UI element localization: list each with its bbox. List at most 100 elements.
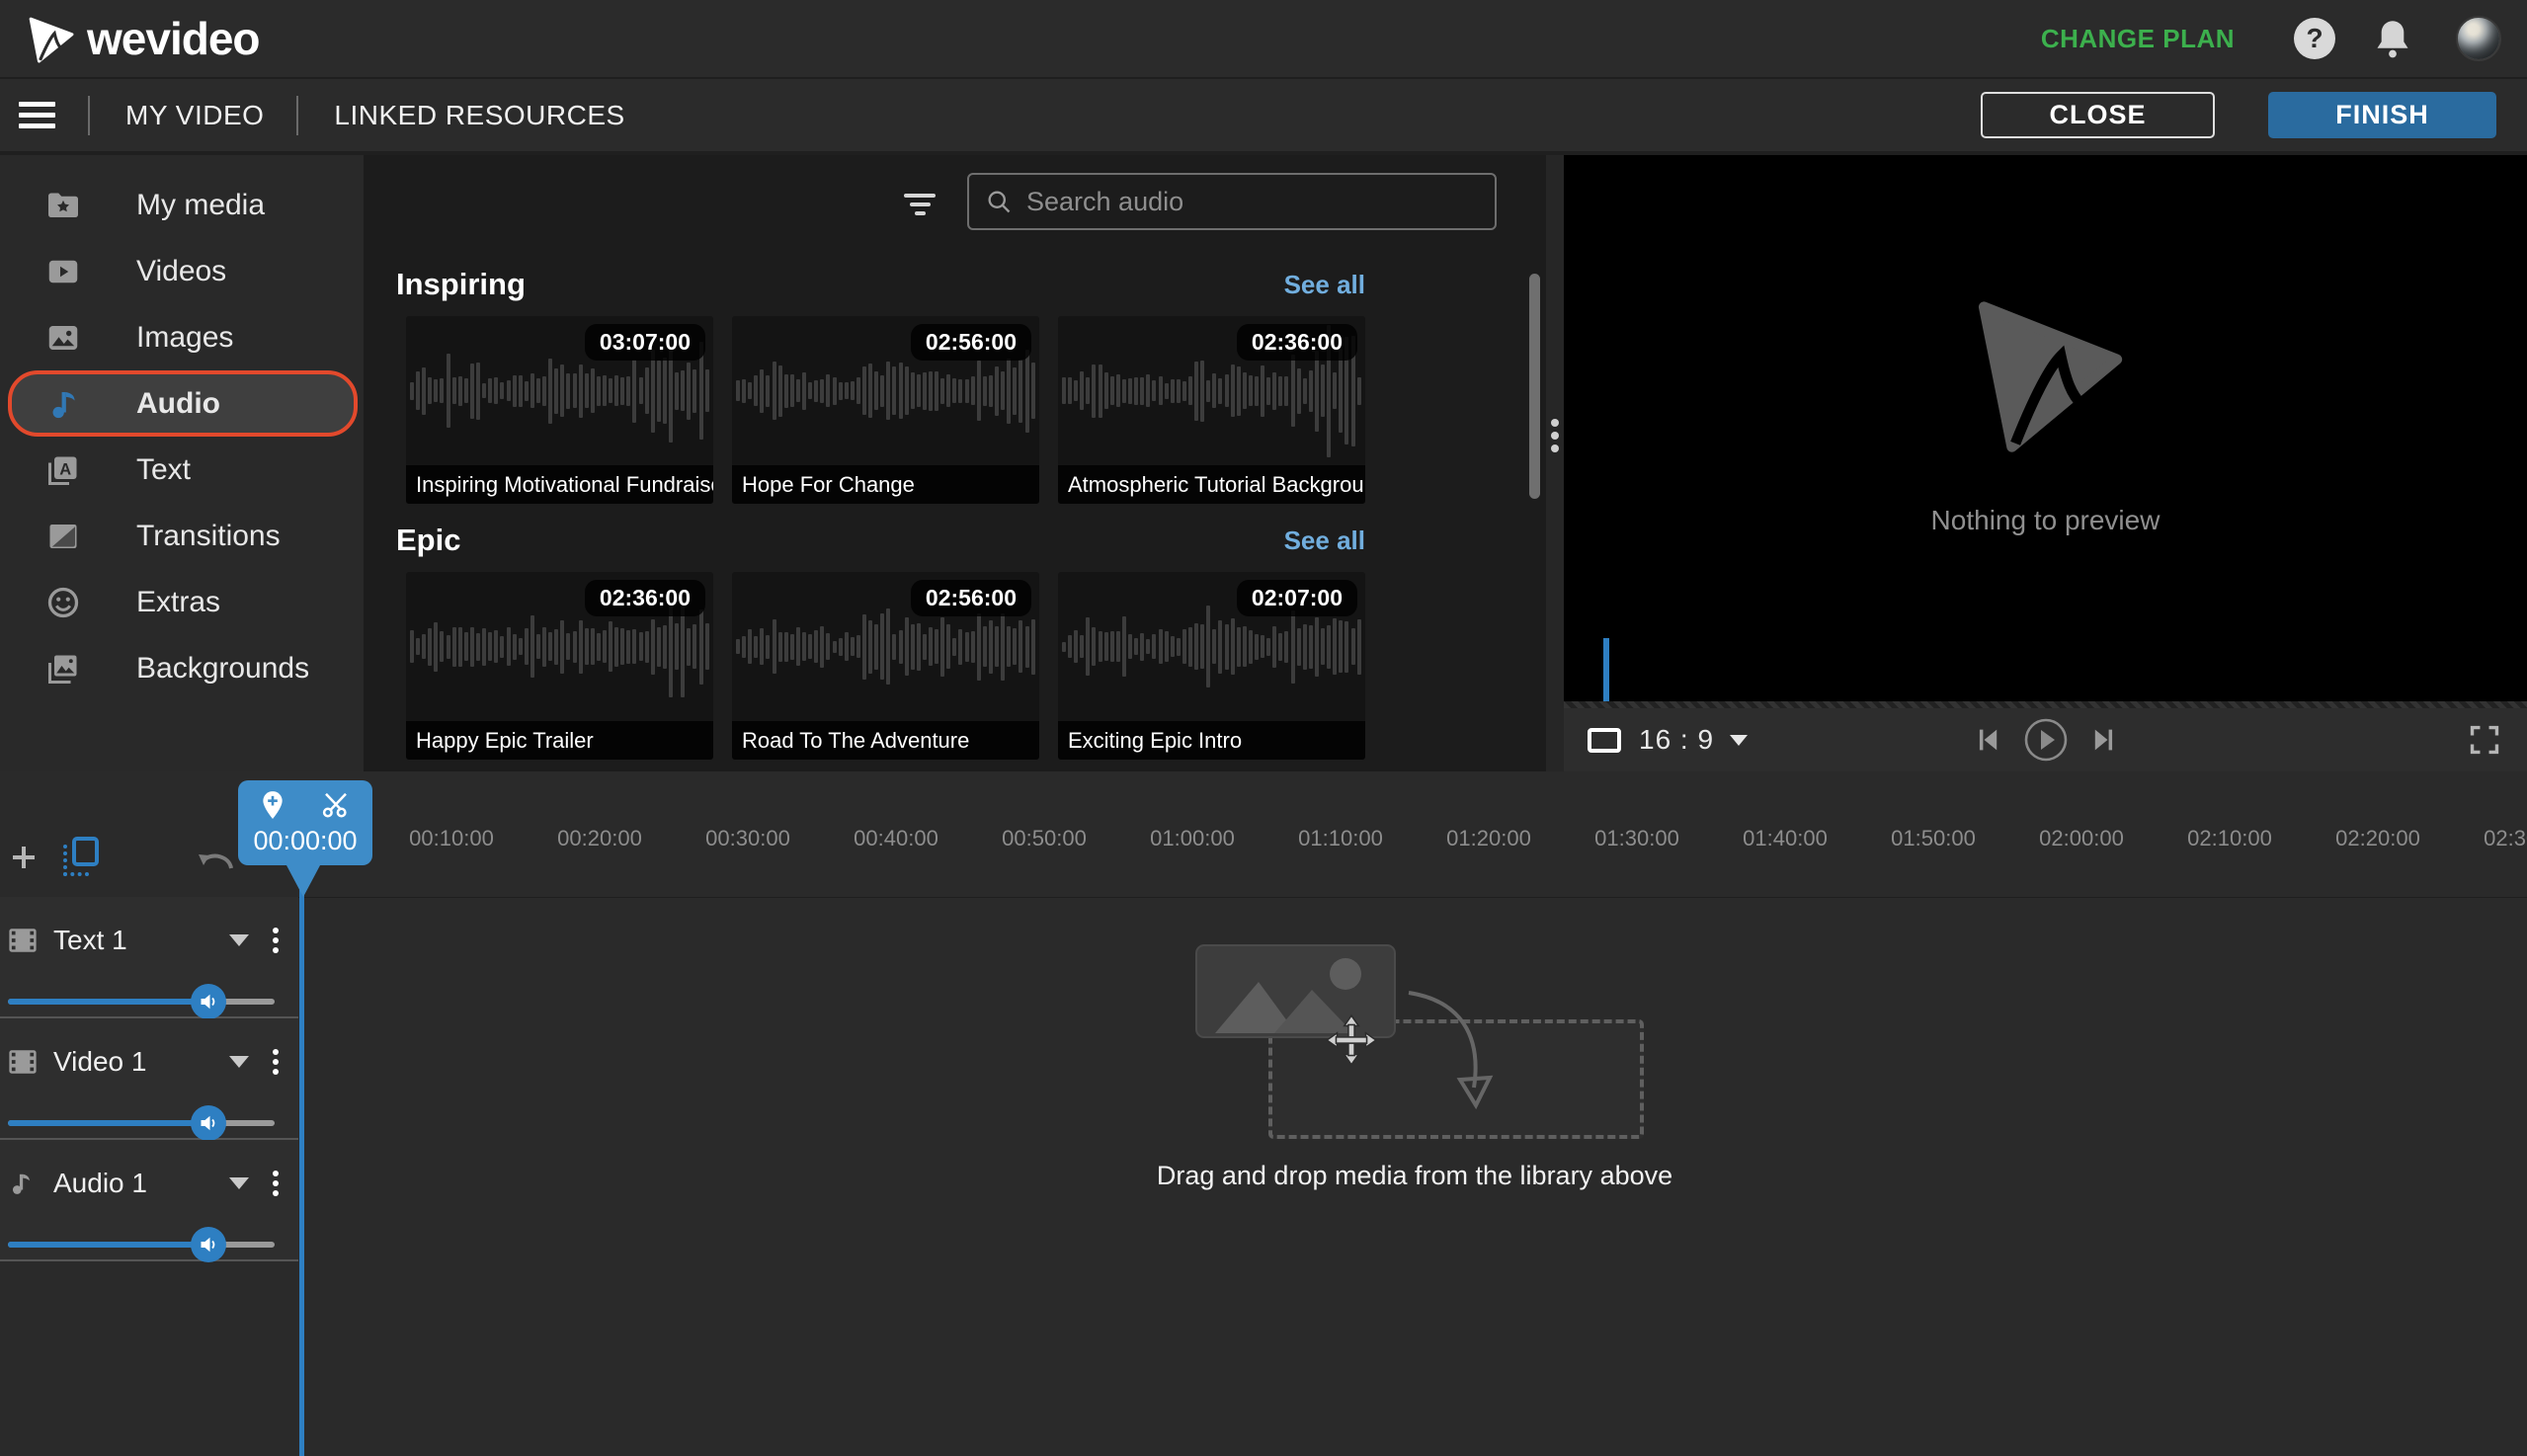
main-menu-button[interactable]	[19, 96, 55, 134]
sidebar-item-extras[interactable]: Extras	[0, 569, 364, 635]
wevideo-watermark-icon	[1978, 301, 2123, 452]
notifications-button[interactable]	[2373, 18, 2412, 59]
sidebar-item-transitions[interactable]: Transitions	[0, 503, 364, 569]
see-all-link[interactable]: See all	[1284, 526, 1365, 556]
play-button[interactable]	[2022, 716, 2070, 764]
linked-resources-tab[interactable]: LINKED RESOURCES	[334, 100, 624, 131]
volume-thumb[interactable]	[190, 1105, 226, 1141]
volume-thumb[interactable]	[190, 984, 226, 1019]
preview-playhead[interactable]	[1603, 638, 1609, 701]
volume-slider[interactable]	[8, 1227, 275, 1262]
playhead-bubble[interactable]: 00:00:00	[238, 780, 372, 865]
track-headers: Text 1 Video 1 Audio 1	[0, 897, 298, 1262]
empty-preview-message: Nothing to preview	[1930, 505, 2160, 535]
sidebar-item-audio[interactable]: Audio	[8, 370, 358, 437]
duration-badge: 02:36:00	[584, 580, 705, 616]
media-sidebar: My media Videos Images Audio A Text Tran…	[0, 155, 364, 771]
sidebar-item-images[interactable]: Images	[0, 304, 364, 370]
sidebar-item-my-media[interactable]: My media	[0, 172, 364, 238]
section-title: Epic	[396, 523, 461, 557]
track-row-text1: Text 1	[0, 897, 298, 1019]
filter-button[interactable]	[903, 189, 937, 220]
add-track-button[interactable]	[5, 840, 41, 876]
sidebar-item-text[interactable]: A Text	[0, 437, 364, 503]
ruler-label: 01:30:00	[1594, 826, 1679, 850]
sidebar-item-label: Extras	[136, 585, 221, 618]
split-clip-button[interactable]	[321, 790, 351, 820]
skip-to-start-button[interactable]	[1973, 725, 2002, 755]
avatar[interactable]	[2456, 16, 2501, 61]
library-scrollbar[interactable]	[1529, 274, 1540, 499]
ruler-label: 01:50:00	[1891, 826, 1976, 850]
transition-icon	[45, 519, 81, 554]
audio-title: Hope For Change	[732, 465, 1039, 504]
duration-badge: 03:07:00	[584, 324, 705, 361]
menu-bar-actions: CLOSE FINISH	[1981, 92, 2527, 138]
video-preview[interactable]: Nothing to preview	[1564, 155, 2527, 701]
finish-button[interactable]: FINISH	[2268, 92, 2496, 138]
timeline-panel: 00:10:00 00:20:00 00:30:00 00:40:00 00:5…	[0, 771, 2527, 1456]
sidebar-item-videos[interactable]: Videos	[0, 238, 364, 304]
volume-slider[interactable]	[8, 1105, 275, 1141]
audio-card[interactable]: 02:36:00 Happy Epic Trailer	[406, 572, 713, 760]
search-input[interactable]	[1026, 186, 1479, 217]
track-collapse-button[interactable]	[229, 1056, 249, 1068]
audio-card[interactable]: 02:56:00 Hope For Change	[732, 316, 1039, 504]
audio-card[interactable]: 02:56:00 Road To The Adventure	[732, 572, 1039, 760]
duration-badge: 02:07:00	[1236, 580, 1357, 616]
track-row-video1: Video 1	[0, 1018, 298, 1141]
add-marker-button[interactable]	[260, 790, 285, 820]
divider	[296, 95, 299, 135]
skip-to-end-button[interactable]	[2089, 725, 2119, 755]
see-all-link[interactable]: See all	[1284, 270, 1365, 300]
audio-card[interactable]: 02:07:00 Exciting Epic Intro	[1058, 572, 1365, 760]
inspiring-cards-row: 03:07:00 Inspiring Motivational Fundrais…	[406, 316, 1365, 504]
volume-slider[interactable]	[8, 984, 275, 1019]
audio-card[interactable]: 03:07:00 Inspiring Motivational Fundrais…	[406, 316, 713, 504]
track-row-audio1: Audio 1	[0, 1140, 298, 1262]
fullscreen-button[interactable]	[2468, 723, 2501, 757]
speaker-icon	[201, 1237, 214, 1253]
ruler-label: 01:20:00	[1446, 826, 1531, 850]
filter-icon	[904, 194, 936, 198]
section-title: Inspiring	[396, 267, 526, 301]
sidebar-item-backgrounds[interactable]: Backgrounds	[0, 635, 364, 701]
paste-button[interactable]	[63, 837, 99, 876]
ruler-label: 00:10:00	[409, 826, 494, 850]
sidebar-item-label: Transitions	[136, 519, 281, 552]
wevideo-logo[interactable]: wevideo	[26, 12, 261, 65]
audio-title: Road To The Adventure	[732, 721, 1039, 760]
track-menu-button[interactable]	[273, 924, 279, 957]
playhead-line[interactable]	[299, 890, 304, 1456]
ruler-label: 01:10:00	[1298, 826, 1383, 850]
project-title[interactable]: MY VIDEO	[125, 100, 264, 131]
track-collapse-button[interactable]	[229, 1177, 249, 1189]
ruler-label: 01:00:00	[1150, 826, 1235, 850]
top-bar-right: CHANGE PLAN ?	[2041, 16, 2501, 61]
audio-card[interactable]: 02:36:00 Atmospheric Tutorial Background	[1058, 316, 1365, 504]
track-menu-button[interactable]	[273, 1167, 279, 1200]
ruler-label: 02:20:00	[2335, 826, 2420, 850]
panel-resize-handle[interactable]	[1546, 155, 1564, 771]
track-menu-button[interactable]	[273, 1045, 279, 1079]
close-button[interactable]: CLOSE	[1981, 92, 2215, 138]
audio-title: Exciting Epic Intro	[1058, 721, 1365, 760]
volume-thumb[interactable]	[190, 1227, 226, 1262]
sidebar-item-label: Videos	[136, 254, 227, 287]
track-collapse-button[interactable]	[229, 934, 249, 946]
sidebar-item-label: Text	[136, 452, 192, 486]
undo-icon	[203, 853, 233, 869]
change-plan-link[interactable]: CHANGE PLAN	[2041, 24, 2235, 54]
epic-cards-row: 02:36:00 Happy Epic Trailer 02:56:00 Roa…	[406, 572, 1365, 760]
audio-title: Atmospheric Tutorial Background	[1058, 465, 1365, 504]
ruler-label: 00:40:00	[854, 826, 938, 850]
audio-title: Inspiring Motivational Fundraise...	[406, 465, 713, 504]
undo-button[interactable]	[194, 845, 237, 878]
section-header-epic: Epic See all	[396, 518, 1365, 563]
help-button[interactable]: ?	[2294, 18, 2335, 59]
audio-title: Happy Epic Trailer	[406, 721, 713, 760]
playhead-tail[interactable]	[286, 865, 320, 897]
top-bar: wevideo CHANGE PLAN ?	[0, 0, 2527, 77]
speaker-icon	[201, 1115, 214, 1131]
sidebar-item-label: My media	[136, 188, 266, 221]
